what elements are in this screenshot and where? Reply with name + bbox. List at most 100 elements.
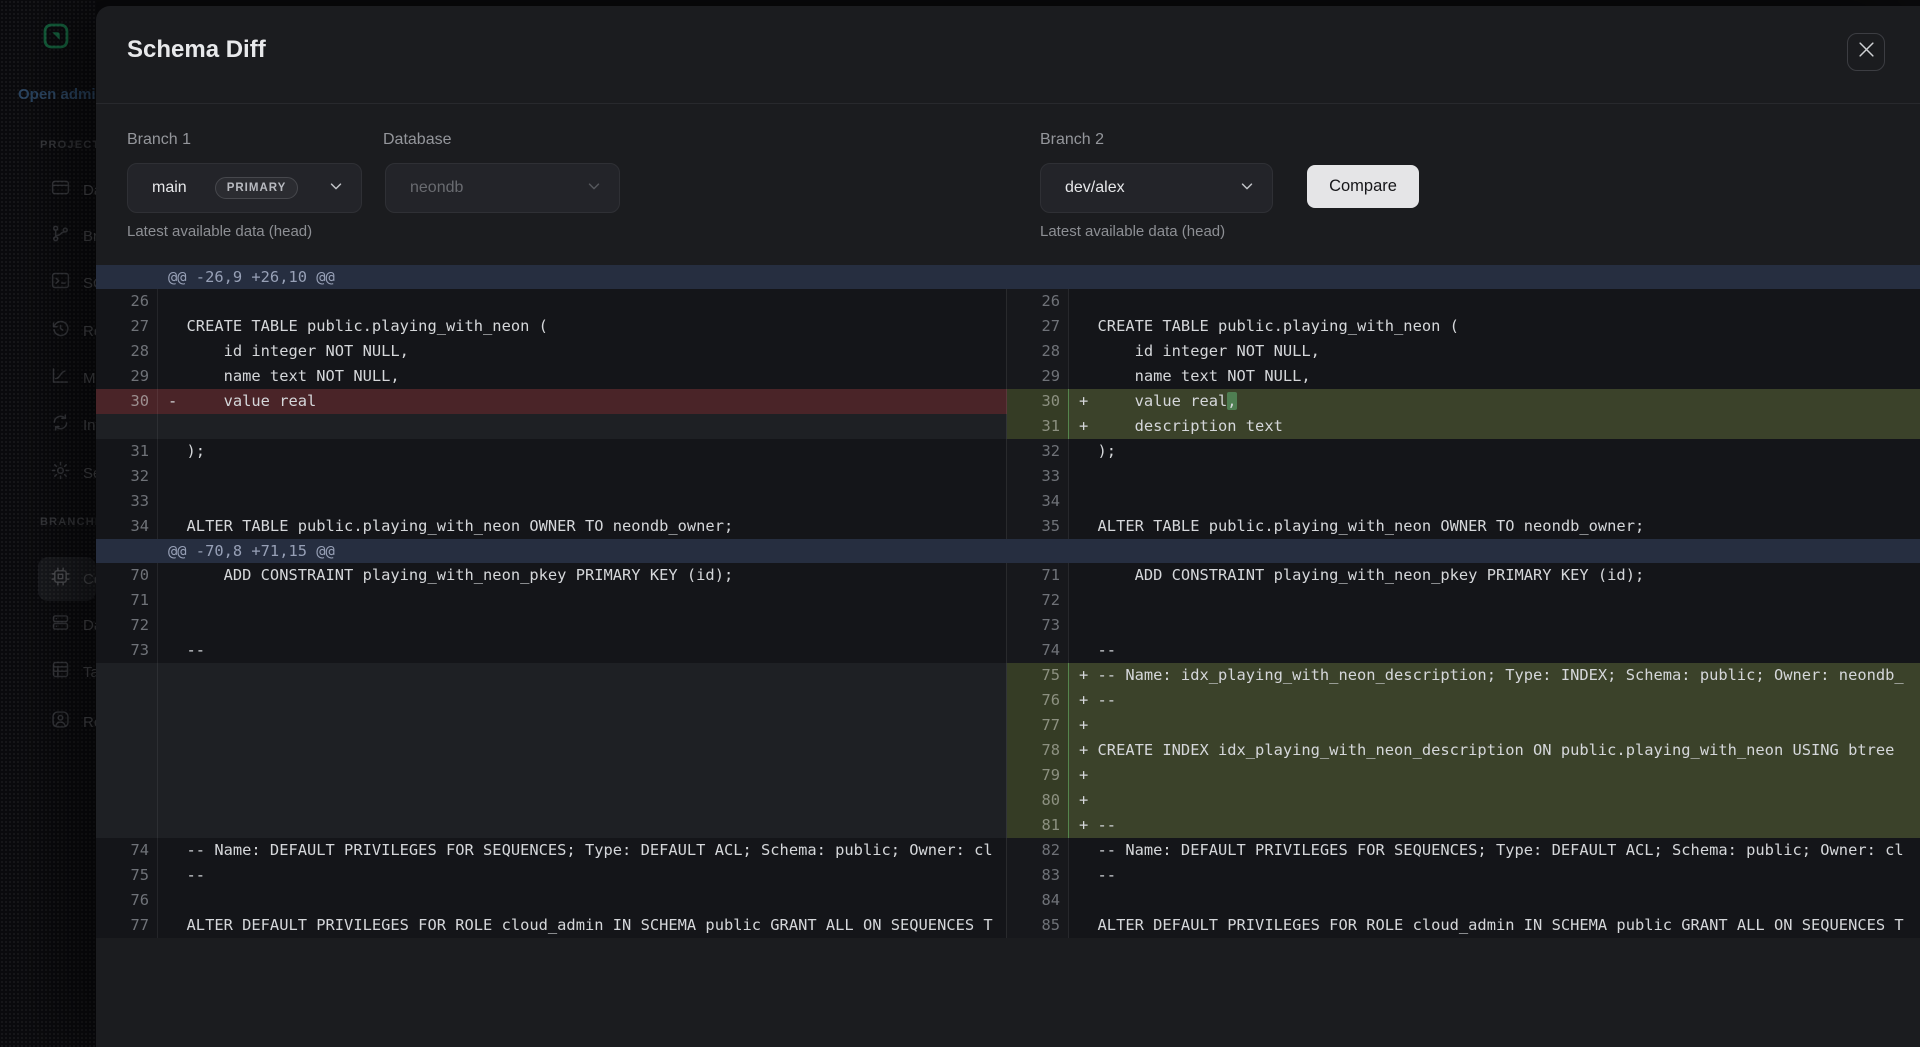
code-line: ADD CONSTRAINT playing_with_neon_pkey PR… — [1069, 563, 1920, 588]
line-number: 30 — [96, 389, 158, 414]
diff-row: 78+ CREATE INDEX idx_playing_with_neon_d… — [96, 738, 1920, 763]
sidebar: Open admin PROJECT DashboardBranchesSQL … — [0, 0, 96, 1047]
line-number: 33 — [1007, 464, 1069, 489]
hunk-header: @@ -70,8 +71,15 @@ — [96, 539, 1920, 563]
line-number: 70 — [96, 563, 158, 588]
sidebar-item-label: Databases — [83, 617, 96, 634]
code-line: + description text — [1069, 414, 1920, 439]
diff-row: 70 ADD CONSTRAINT playing_with_neon_pkey… — [96, 563, 1920, 588]
line-number: 26 — [1007, 289, 1069, 314]
sidebar-item-label: Dashboard — [83, 182, 96, 199]
diff-row: 31 );32 ); — [96, 439, 1920, 464]
line-number — [96, 738, 158, 763]
code-line — [158, 738, 1007, 763]
line-number: 84 — [1007, 888, 1069, 913]
schema-diff-view[interactable]: @@ -26,9 +26,10 @@262627 CREATE TABLE pu… — [96, 265, 1920, 938]
line-number: 75 — [96, 863, 158, 888]
line-number: 35 — [1007, 514, 1069, 539]
branch1-label: Branch 1 — [127, 131, 191, 149]
database-label: Database — [383, 131, 452, 149]
branch2-label: Branch 2 — [1040, 131, 1104, 149]
line-number: 77 — [96, 913, 158, 938]
databases-icon — [50, 612, 71, 638]
sidebar-item-dashboard[interactable]: Dashboard — [50, 178, 96, 202]
sidebar-item-tables[interactable]: Tables — [50, 660, 96, 684]
chevron-down-icon — [1238, 177, 1256, 200]
sidebar-item-integrations[interactable]: Integrations — [50, 413, 96, 437]
line-number: 32 — [1007, 439, 1069, 464]
diff-row: 75 --83 -- — [96, 863, 1920, 888]
close-icon — [1858, 41, 1875, 63]
branch1-value: main — [152, 179, 187, 197]
code-line — [158, 813, 1007, 838]
code-line: -- Name: DEFAULT PRIVILEGES FOR SEQUENCE… — [158, 838, 1007, 863]
compare-button[interactable]: Compare — [1307, 165, 1419, 208]
branches-icon — [50, 223, 71, 249]
code-line: + CREATE INDEX idx_playing_with_neon_des… — [1069, 738, 1920, 763]
code-line: - value real — [158, 389, 1007, 414]
diff-row: 3334 — [96, 489, 1920, 514]
code-line: ); — [158, 439, 1007, 464]
line-number: 72 — [96, 613, 158, 638]
code-line: ADD CONSTRAINT playing_with_neon_pkey PR… — [158, 563, 1007, 588]
sidebar-item-label: Branches — [83, 228, 96, 245]
hunk-header: @@ -26,9 +26,10 @@ — [96, 265, 1920, 289]
sidebar-item-sql-editor[interactable]: SQL Editor — [50, 271, 96, 295]
diff-row: 74 -- Name: DEFAULT PRIVILEGES FOR SEQUE… — [96, 838, 1920, 863]
sidebar-item-branches[interactable]: Branches — [50, 224, 96, 248]
diff-row: 7172 — [96, 588, 1920, 613]
chevron-down-icon — [327, 177, 345, 200]
branch2-value: dev/alex — [1065, 179, 1125, 197]
line-number: 31 — [96, 439, 158, 464]
restore-icon — [50, 318, 71, 344]
database-select[interactable]: neondb — [385, 163, 620, 213]
line-number: 76 — [96, 888, 158, 913]
code-line: + — [1069, 713, 1920, 738]
primary-badge: PRIMARY — [215, 177, 299, 199]
sidebar-item-restore[interactable]: Restore — [50, 319, 96, 343]
app-window: Open admin PROJECT DashboardBranchesSQL … — [0, 0, 1920, 1047]
sidebar-item-settings[interactable]: Settings — [50, 461, 96, 485]
code-line — [158, 289, 1007, 314]
sidebar-item-roles[interactable]: Roles — [50, 710, 96, 734]
chevron-down-icon — [585, 177, 603, 200]
line-number: 27 — [1007, 314, 1069, 339]
diff-row: 29 name text NOT NULL,29 name text NOT N… — [96, 364, 1920, 389]
database-value: neondb — [410, 179, 463, 197]
sidebar-item-monitoring[interactable]: Monitoring — [50, 366, 96, 390]
line-number: 27 — [96, 314, 158, 339]
code-line: id integer NOT NULL, — [158, 339, 1007, 364]
sidebar-item-computes[interactable]: Computes — [50, 567, 96, 591]
code-line: ); — [1069, 439, 1920, 464]
code-line — [158, 763, 1007, 788]
branch1-select[interactable]: main PRIMARY — [127, 163, 362, 213]
code-line — [1069, 888, 1920, 913]
open-admin-link[interactable]: Open admin — [18, 86, 96, 103]
neon-logo-icon[interactable] — [42, 22, 70, 50]
line-number: 81 — [1007, 813, 1069, 838]
word-diff-highlight: , — [1227, 392, 1236, 410]
code-line — [1069, 588, 1920, 613]
diff-row: 77+ — [96, 713, 1920, 738]
line-number: 74 — [96, 838, 158, 863]
code-line: name text NOT NULL, — [158, 364, 1007, 389]
sidebar-item-label: Settings — [83, 465, 96, 482]
diff-row: 76+ -- — [96, 688, 1920, 713]
code-line — [158, 414, 1007, 439]
diff-row: 27 CREATE TABLE public.playing_with_neon… — [96, 314, 1920, 339]
line-number — [96, 688, 158, 713]
sidebar-item-databases[interactable]: Databases — [50, 613, 96, 637]
code-line — [158, 613, 1007, 638]
code-line: + — [1069, 763, 1920, 788]
diff-row: 75+ -- Name: idx_playing_with_neon_descr… — [96, 663, 1920, 688]
close-button[interactable] — [1847, 33, 1885, 71]
line-number: 77 — [1007, 713, 1069, 738]
code-line: -- — [158, 638, 1007, 663]
diff-row: 77 ALTER DEFAULT PRIVILEGES FOR ROLE clo… — [96, 913, 1920, 938]
line-number: 28 — [96, 339, 158, 364]
code-line — [1069, 613, 1920, 638]
diff-row: 76 84 — [96, 888, 1920, 913]
branch2-select[interactable]: dev/alex — [1040, 163, 1273, 213]
sidebar-item-label: Computes — [83, 571, 96, 588]
roles-icon — [50, 709, 71, 735]
